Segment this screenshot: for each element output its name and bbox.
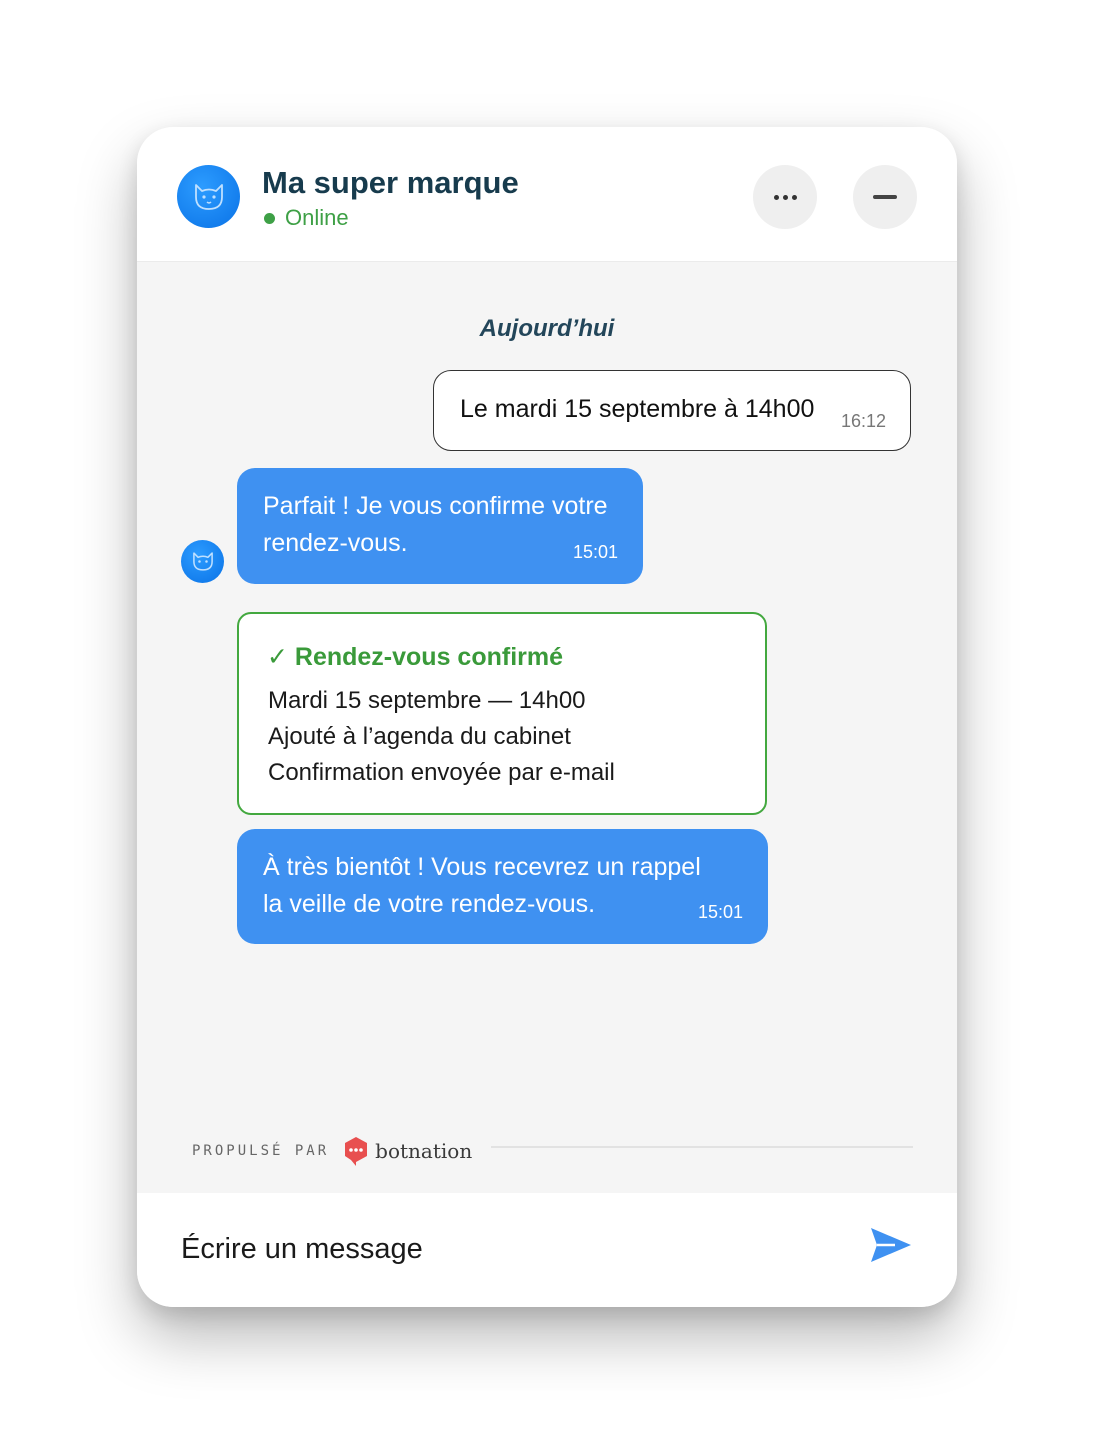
bot-message-avatar — [181, 540, 224, 583]
minimize-button[interactable] — [853, 165, 917, 229]
cat-face-icon — [192, 552, 213, 571]
message-time: 16:12 — [841, 411, 887, 431]
minimize-icon — [873, 195, 897, 199]
botnation-name: botnation — [375, 1139, 473, 1163]
online-dot-icon — [264, 212, 275, 224]
footer-divider — [491, 1146, 913, 1148]
status-label: Online — [285, 205, 349, 230]
user-message: Le mardi 15 septembre à 14h00 16:12 — [433, 370, 911, 451]
chat-bubble-logo-icon — [345, 1137, 368, 1166]
message-time: 15:01 — [573, 542, 619, 562]
chat-header: Ma super marque Online — [137, 127, 957, 262]
more-horizontal-icon — [773, 194, 797, 200]
send-button[interactable] — [869, 1225, 913, 1265]
confirmation-title: ✓ Rendez-vous confirmé — [267, 643, 563, 671]
powered-by: PROPULSÉ PAR botnation — [192, 1136, 472, 1166]
chat-title: Ma super marque — [262, 165, 519, 200]
message-text: À très bientôt ! Vous recevrez un rappel… — [263, 853, 701, 918]
send-icon — [871, 1228, 911, 1262]
confirmation-email: Confirmation envoyée par e-mail — [268, 759, 615, 786]
confirmation-date: Mardi 15 septembre — 14h00 — [268, 687, 586, 714]
day-separator: Aujourd’hui — [479, 315, 615, 342]
chat-widget: Ma super marque Online Aujourd’hui Le ma… — [137, 127, 957, 1307]
bot-message: À très bientôt ! Vous recevrez un rappel… — [237, 829, 768, 944]
confirmation-agenda: Ajouté à l’agenda du cabinet — [268, 723, 571, 750]
bot-message: Parfait ! Je vous confirme votre rendez-… — [237, 468, 643, 584]
message-text: Le mardi 15 septembre à 14h00 — [460, 395, 815, 423]
composer — [137, 1193, 957, 1307]
powered-by-label: PROPULSÉ PAR — [192, 1143, 330, 1159]
botnation-logo[interactable]: botnation — [343, 1136, 472, 1166]
message-input[interactable] — [179, 1223, 843, 1275]
online-status: Online — [264, 205, 349, 231]
bot-avatar — [177, 165, 240, 228]
more-options-button[interactable] — [753, 165, 817, 229]
confirmation-card: ✓ Rendez-vous confirmé Mardi 15 septembr… — [237, 612, 767, 815]
message-time: 15:01 — [698, 902, 744, 922]
cat-face-icon — [194, 183, 223, 210]
